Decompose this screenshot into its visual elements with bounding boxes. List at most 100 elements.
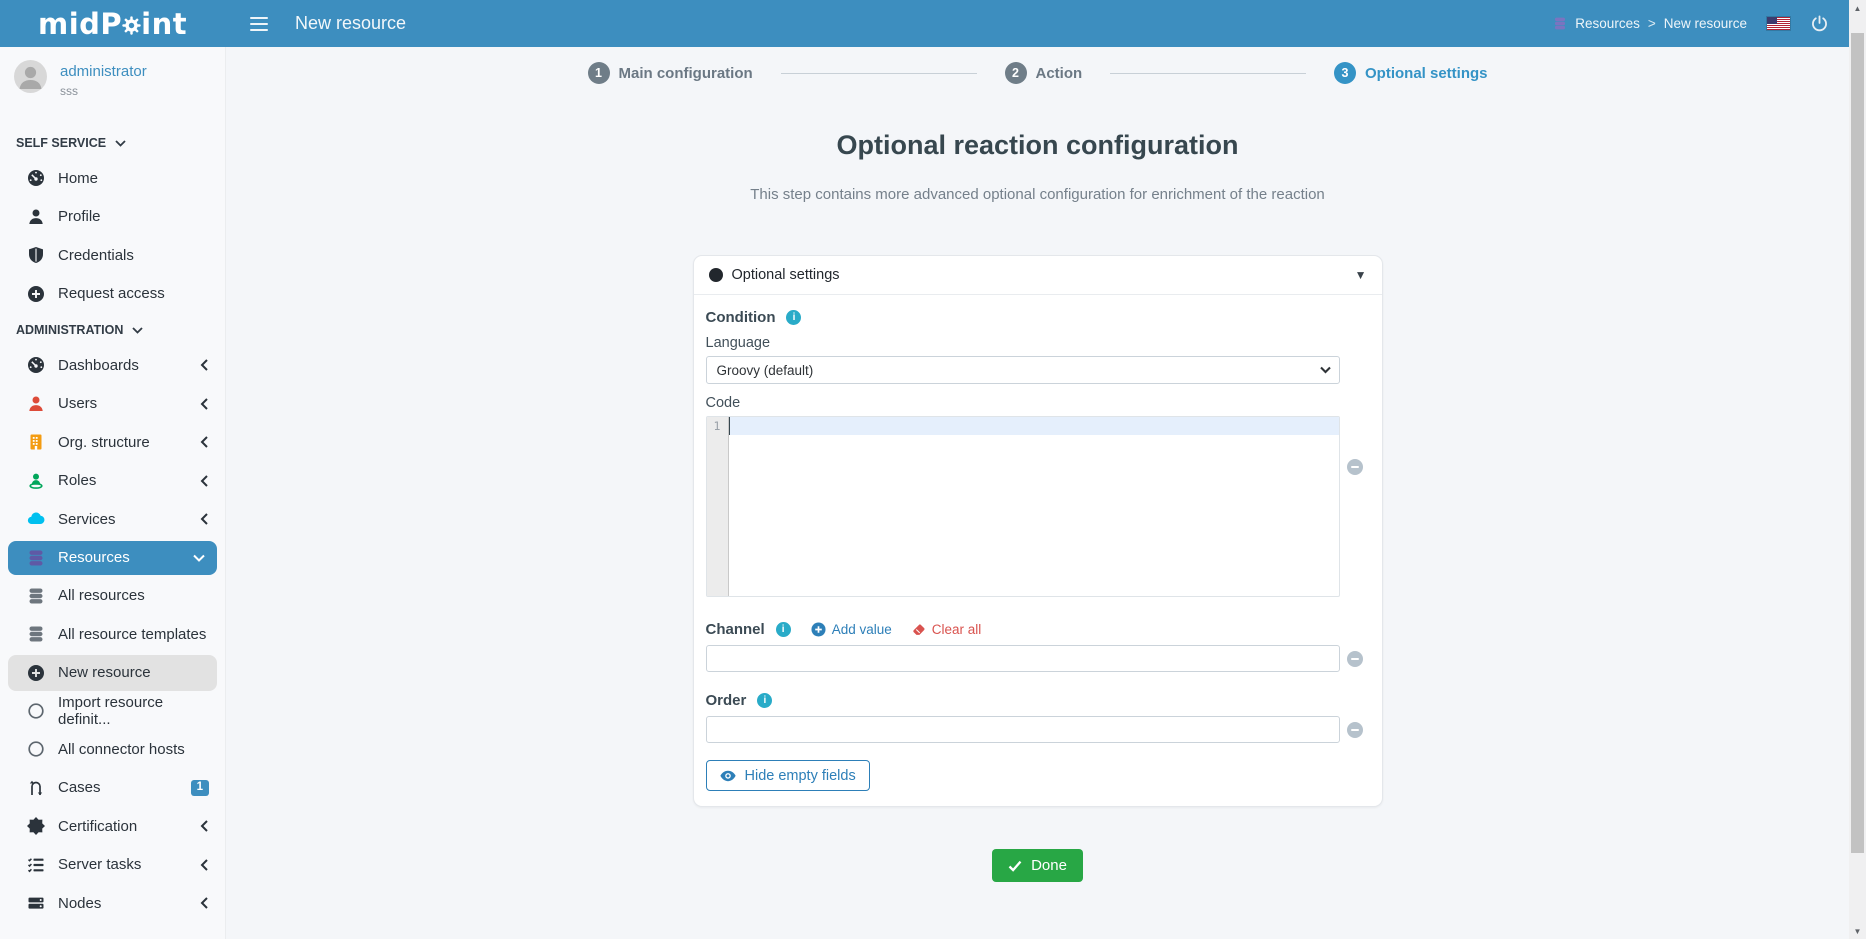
card-header: Optional settings ▼ <box>694 256 1382 295</box>
order-field-row <box>706 716 1370 743</box>
order-label-row: Order i <box>706 692 1370 709</box>
database-icon <box>27 587 45 605</box>
scrollbar-up-arrow[interactable]: ▲ <box>1849 0 1866 16</box>
hide-empty-fields-button[interactable]: Hide empty fields <box>706 760 870 791</box>
sidebar-item-label: New resource <box>58 664 151 681</box>
person-icon <box>27 395 45 413</box>
language-select-wrap: Groovy (default) <box>706 356 1340 384</box>
sidebar-item-certification[interactable]: Certification <box>0 807 225 846</box>
channel-label: Channel <box>706 621 765 638</box>
sidebar-item-all-connector-hosts[interactable]: All connector hosts <box>0 730 225 769</box>
sidebar-item-nodes[interactable]: Nodes <box>0 884 225 923</box>
database-icon <box>27 549 45 567</box>
wizard-step-2[interactable]: 2 Action <box>1005 62 1083 84</box>
route-icon <box>27 779 45 797</box>
sidebar-item-import-resource-definition[interactable]: Import resource definit... <box>0 692 225 731</box>
done-button[interactable]: Done <box>992 849 1083 882</box>
step-number: 3 <box>1334 62 1356 84</box>
chevron-left-icon <box>200 513 209 525</box>
brand-area[interactable]: midP int <box>0 7 226 41</box>
logo-text-prefix: midP <box>38 7 122 41</box>
sidebar-item-resources[interactable]: Resources <box>8 541 217 575</box>
user-info: administrator sss <box>60 60 147 98</box>
clear-all-label: Clear all <box>932 622 982 637</box>
channel-input[interactable] <box>706 645 1340 672</box>
sidebar-item-roles[interactable]: Roles <box>0 462 225 501</box>
sidebar-item-all-resource-templates[interactable]: All resource templates <box>0 615 225 654</box>
section-administration[interactable]: ADMINISTRATION <box>0 313 225 346</box>
step-connector <box>1110 73 1306 74</box>
code-line-numbers: 1 <box>707 417 729 596</box>
page-title: New resource <box>295 13 406 34</box>
server-icon <box>27 894 45 912</box>
channel-info-icon[interactable]: i <box>776 622 791 637</box>
language-select[interactable]: Groovy (default) <box>706 356 1340 384</box>
plus-circle-icon <box>811 622 826 637</box>
logo-text-suffix: int <box>141 7 187 41</box>
sidebar-item-users[interactable]: Users <box>0 385 225 424</box>
sidebar-item-profile[interactable]: Profile <box>0 198 225 237</box>
sidebar-item-services[interactable]: Services <box>0 500 225 539</box>
chevron-left-icon <box>200 859 209 871</box>
circle-outline-icon <box>27 702 45 720</box>
remove-code-button[interactable] <box>1347 459 1363 475</box>
sidebar-item-new-resource[interactable]: New resource <box>8 655 217 691</box>
step-label: Main configuration <box>619 65 753 82</box>
sidebar-item-server-tasks[interactable]: Server tasks <box>0 846 225 885</box>
add-value-label: Add value <box>832 622 892 637</box>
sidebar-item-request-access[interactable]: Request access <box>0 275 225 314</box>
sidebar-item-label: Home <box>58 170 98 187</box>
code-input-area[interactable] <box>729 417 1339 596</box>
step-connector <box>781 73 977 74</box>
sidebar-item-all-resources[interactable]: All resources <box>0 577 225 616</box>
app-window: midP int New resource <box>0 0 1866 939</box>
collapse-caret-icon[interactable]: ▼ <box>1355 268 1367 282</box>
scrollbar-down-arrow[interactable]: ▼ <box>1849 923 1866 939</box>
sidebar-item-label: Dashboards <box>58 357 139 374</box>
breadcrumb-root-link[interactable]: Resources <box>1575 16 1640 31</box>
sidebar-item-org-structure[interactable]: Org. structure <box>0 423 225 462</box>
sidebar-item-credentials[interactable]: Credentials <box>0 236 225 275</box>
wizard-step-1[interactable]: 1 Main configuration <box>588 62 753 84</box>
remove-channel-button[interactable] <box>1347 651 1363 667</box>
section-self-service[interactable]: SELF SERVICE <box>0 126 225 159</box>
step-number: 2 <box>1005 62 1027 84</box>
text-cursor <box>729 417 731 435</box>
window-scrollbar[interactable]: ▲ ▼ <box>1849 0 1866 939</box>
sidebar-item-dashboards[interactable]: Dashboards <box>0 346 225 385</box>
cases-count-badge: 1 <box>191 780 209 796</box>
add-value-link[interactable]: Add value <box>811 622 892 637</box>
avatar[interactable] <box>14 60 47 93</box>
sidebar-item-cases[interactable]: Cases 1 <box>0 769 225 808</box>
chevron-left-icon <box>200 897 209 909</box>
condition-info-icon[interactable]: i <box>786 310 801 325</box>
shield-icon <box>27 246 45 264</box>
clear-all-link[interactable]: Clear all <box>912 622 982 637</box>
code-label: Code <box>706 395 1370 411</box>
remove-order-button[interactable] <box>1347 722 1363 738</box>
header-right: Resources > New resource <box>1553 14 1849 33</box>
chevron-left-icon <box>200 359 209 371</box>
hamburger-menu-icon[interactable] <box>250 17 268 31</box>
user-name-link[interactable]: administrator <box>60 63 147 80</box>
sidebar-item-label: Users <box>58 395 97 412</box>
locale-flag-us[interactable] <box>1767 17 1790 30</box>
line-number: 1 <box>714 419 721 433</box>
order-info-icon[interactable]: i <box>757 693 772 708</box>
page-heading: Optional reaction configuration <box>226 130 1849 161</box>
plus-circle-icon <box>27 664 45 682</box>
logout-power-icon[interactable] <box>1810 14 1829 33</box>
sidebar-item-label: Nodes <box>58 895 101 912</box>
sidebar-item-label: Services <box>58 511 116 528</box>
sidebar-item-home[interactable]: Home <box>0 159 225 198</box>
database-icon <box>27 625 45 643</box>
scrollbar-thumb[interactable] <box>1851 33 1864 853</box>
sidebar-item-label: Roles <box>58 472 96 489</box>
filled-circle-icon <box>709 268 723 282</box>
order-input[interactable] <box>706 716 1340 743</box>
chevron-left-icon <box>200 436 209 448</box>
wizard-step-3[interactable]: 3 Optional settings <box>1334 62 1488 84</box>
person-icon <box>27 208 45 226</box>
top-header: midP int New resource <box>0 0 1849 47</box>
plus-circle-icon <box>27 285 45 303</box>
